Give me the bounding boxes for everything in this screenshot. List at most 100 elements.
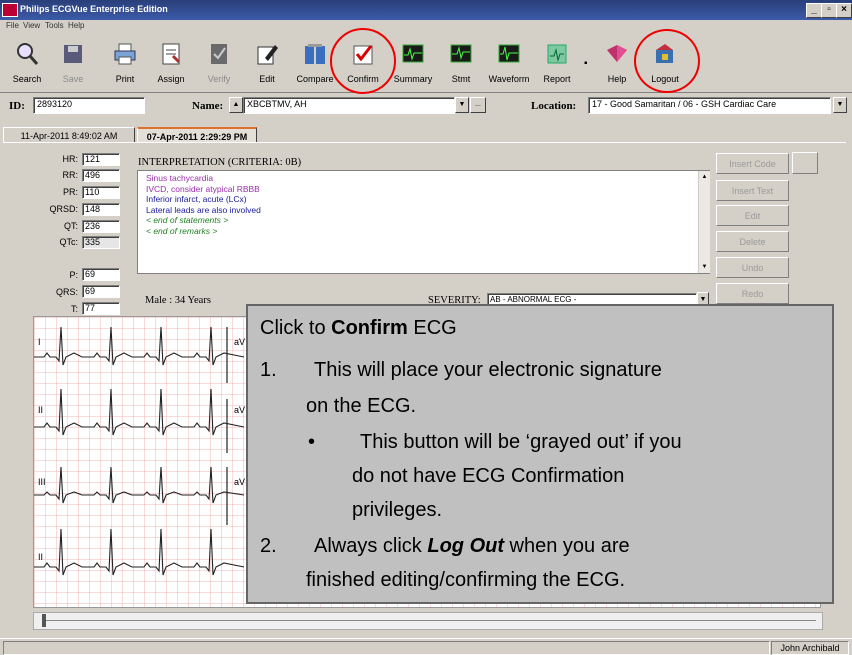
extra-button[interactable] xyxy=(792,152,818,174)
status-bar: John Archibald xyxy=(0,638,852,655)
end-remarks-marker[interactable]: < end of remarks > xyxy=(138,226,709,237)
lead-label-i: I xyxy=(38,337,41,347)
ecg-scroll-track[interactable] xyxy=(33,612,823,630)
rr-value[interactable]: 496 xyxy=(82,169,120,182)
rr-label: RR: xyxy=(62,170,79,180)
id-field[interactable]: 2893120 xyxy=(33,97,145,114)
instruction-callout: Click to Confirm ECG 1. This will place … xyxy=(246,304,834,604)
statement-line[interactable]: Lateral leads are also involved xyxy=(138,205,709,216)
close-button[interactable]: × xyxy=(836,3,852,18)
menu-tools[interactable]: Tools xyxy=(45,21,64,30)
menu-help[interactable]: Help xyxy=(68,21,84,30)
scroll-track-line xyxy=(46,620,816,621)
summary-label: Summary xyxy=(393,74,433,84)
title-bar: Philips ECGVue Enterprise Edition _ ▫ × xyxy=(0,0,852,20)
report-dropdown-arrow-icon[interactable]: ▪ xyxy=(584,58,588,69)
qrsd-value[interactable]: 148 xyxy=(82,203,120,216)
report-button[interactable]: Report xyxy=(532,36,582,88)
qrs-axis-value[interactable]: 69 xyxy=(82,285,120,298)
hr-value[interactable]: 121 xyxy=(82,153,120,166)
assign-label: Assign xyxy=(157,74,185,84)
delete-button[interactable]: Delete xyxy=(716,231,789,252)
location-label: Location: xyxy=(531,100,577,112)
callout-sub-line2: do not have ECG Confirmation xyxy=(352,465,625,487)
redo-button[interactable]: Redo xyxy=(716,283,789,304)
name-field[interactable]: XBCBTMV, AH xyxy=(243,97,455,114)
print-label: Print xyxy=(115,74,135,84)
save-button[interactable]: Save xyxy=(48,36,98,88)
interpretation-heading: INTERPRETATION (CRITERIA: 0B) xyxy=(138,157,302,168)
pr-label: PR: xyxy=(62,187,78,197)
location-dropdown[interactable]: ▼ xyxy=(833,97,847,113)
callout-item2-suffix: when you are xyxy=(504,535,630,557)
minimize-button[interactable]: _ xyxy=(806,3,822,18)
stmt-button[interactable]: Stmt xyxy=(436,36,486,88)
edit-statement-button[interactable]: Edit xyxy=(716,205,789,226)
demographics: Male : 34 Years xyxy=(145,295,211,306)
callout-title-prefix: Click to xyxy=(260,317,332,339)
t-axis-label: T: xyxy=(70,304,78,314)
insert-text-button[interactable]: Insert Text xyxy=(716,180,789,201)
statement-line[interactable]: Inferior infarct, acute (LCx) xyxy=(138,194,709,205)
end-statements-marker[interactable]: < end of statements > xyxy=(138,215,709,226)
compare-icon xyxy=(305,44,325,64)
statement-line[interactable]: Sinus tachycardia xyxy=(138,171,709,184)
callout-item2-line1: Always click Log Out when you are xyxy=(314,534,630,558)
qrsd-label: QRSD: xyxy=(49,204,78,214)
edit-icon xyxy=(257,45,278,65)
name-spinner[interactable]: ▲ xyxy=(229,97,243,113)
qtc-label: QTc: xyxy=(59,237,78,247)
lead-label-avl: aV xyxy=(234,405,246,415)
p-axis-label: P: xyxy=(69,270,78,280)
tab-ecg-11apr[interactable]: 11-Apr-2011 8:49:02 AM xyxy=(3,127,135,143)
summary-icon xyxy=(402,44,424,63)
t-axis-value[interactable]: 77 xyxy=(82,302,120,315)
assign-icon xyxy=(162,43,181,65)
window-title: Philips ECGVue Enterprise Edition xyxy=(20,4,168,14)
name-browse-button[interactable]: ... xyxy=(470,97,486,113)
print-button[interactable]: Print xyxy=(100,36,150,88)
lead-label-avr: aV xyxy=(234,337,246,347)
statement-line[interactable]: IVCD, consider atypical RBBB xyxy=(138,184,709,195)
lead-label-iii: III xyxy=(38,477,46,487)
callout-title-bold: Confirm xyxy=(331,317,408,339)
print-icon xyxy=(114,43,136,65)
lead-label-rhythm: II xyxy=(38,552,44,562)
qrs-axis-label: QRS: xyxy=(55,287,78,297)
report-label: Report xyxy=(543,74,571,84)
patient-row: ID: 2893120 Name: ▲ XBCBTMV, AH ▼ ... Lo… xyxy=(0,94,852,120)
search-button[interactable]: Search xyxy=(2,36,52,88)
callout-sub-line1: This button will be ‘grayed out’ if you xyxy=(360,431,682,453)
restore-button[interactable]: ▫ xyxy=(821,3,837,18)
interpretation-box[interactable]: Sinus tachycardia IVCD, consider atypica… xyxy=(137,170,710,274)
edit-button[interactable]: Edit xyxy=(242,36,292,88)
callout-item1-line1: This will place your electronic signatur… xyxy=(314,359,662,381)
waveform-button[interactable]: Waveform xyxy=(484,36,534,88)
callout-bullet: • xyxy=(308,431,316,453)
callout-item2-line2: finished editing/confirming the ECG. xyxy=(306,569,626,591)
tab-ecg-07apr[interactable]: 07-Apr-2011 2:29:29 PM xyxy=(137,127,257,143)
callout-title-suffix: ECG xyxy=(407,317,457,339)
location-field[interactable]: 17 - Good Samaritan / 06 - GSH Cardiac C… xyxy=(588,97,831,114)
search-icon xyxy=(17,43,39,65)
app-icon xyxy=(2,3,18,17)
p-axis-value[interactable]: 69 xyxy=(82,268,120,281)
menu-view[interactable]: View xyxy=(23,21,40,30)
qt-value[interactable]: 236 xyxy=(82,220,120,233)
scroll-up-icon[interactable]: ▲ xyxy=(700,172,709,181)
help-label: Help xyxy=(607,74,627,84)
assign-button[interactable]: Assign xyxy=(146,36,196,88)
scroll-thumb[interactable] xyxy=(42,614,46,627)
status-user: John Archibald xyxy=(771,641,849,655)
interpretation-scrollbar[interactable]: ▲ ▼ xyxy=(698,171,710,273)
scroll-down-icon[interactable]: ▼ xyxy=(700,262,709,271)
insert-code-button[interactable]: Insert Code xyxy=(716,153,789,174)
lead-label-avf: aV xyxy=(234,477,246,487)
qt-label: QT: xyxy=(63,221,78,231)
name-dropdown[interactable]: ▼ xyxy=(455,97,469,113)
save-label: Save xyxy=(62,74,84,84)
undo-button[interactable]: Undo xyxy=(716,257,789,278)
pr-value[interactable]: 110 xyxy=(82,186,120,199)
verify-button[interactable]: Verify xyxy=(194,36,244,88)
menu-file[interactable]: File xyxy=(6,21,19,30)
